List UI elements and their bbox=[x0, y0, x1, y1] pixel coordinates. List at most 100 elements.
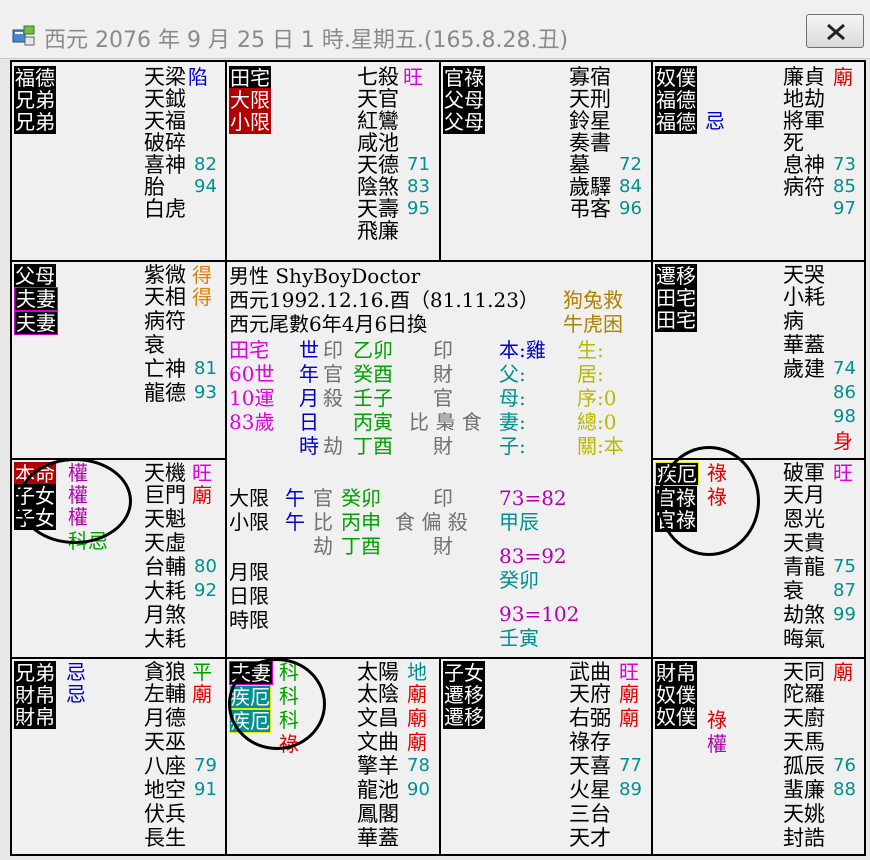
palace-label: 兄弟 bbox=[14, 88, 56, 112]
age-number: 93 bbox=[194, 382, 217, 403]
decade-range: 93=102 bbox=[499, 602, 580, 626]
xiaoxian-god: 比 bbox=[313, 510, 333, 534]
misc-label: 序:0 bbox=[577, 386, 617, 410]
star-name: 龍池 bbox=[357, 778, 399, 802]
star-brightness: 廟 bbox=[192, 682, 212, 706]
star-name: 天巫 bbox=[144, 730, 186, 754]
daxian-god: 官 bbox=[313, 486, 333, 510]
decade-range: 83=92 bbox=[499, 544, 567, 568]
palace-cell[interactable]: 子女 遷移 遷移 武曲 旺 天府 廟 右弼 廟 祿存 天喜 77 火星 89 三… bbox=[441, 659, 651, 854]
star-brightness: 平 bbox=[192, 660, 212, 684]
star-brightness: 旺 bbox=[192, 461, 212, 485]
star-name: 孤辰 bbox=[783, 754, 825, 778]
transform-marker: 權 bbox=[707, 732, 727, 756]
age-number: 91 bbox=[194, 779, 217, 800]
age-number: 95 bbox=[407, 198, 430, 219]
star-name: 右弼 bbox=[569, 706, 611, 730]
star-name: 天魁 bbox=[144, 507, 186, 531]
star-brightness: 廟 bbox=[619, 706, 639, 730]
age-number: 94 bbox=[194, 176, 217, 197]
center-info-panel: 男性 ShyBoyDoctor 西元1992.12.16.酉（81.11.23）… bbox=[227, 262, 651, 657]
palace-cell[interactable]: 田宅 大限 小限 七殺 旺 天官 紅鸞 咸池 天德 71 陰煞 83 天壽 95… bbox=[227, 62, 439, 260]
star-name: 地空 bbox=[144, 778, 186, 802]
misc-label: 總:0 bbox=[577, 410, 617, 434]
star-name: 鈴星 bbox=[569, 109, 611, 133]
star-name: 天鉞 bbox=[144, 87, 186, 111]
palace-cell[interactable]: 福德 兄弟 兄弟 天梁 陷 天鉞 天福 破碎 喜神 82 胎 94 白虎 bbox=[12, 62, 225, 260]
palace-cell[interactable]: 奴僕 福德 福德 忌 廉貞 廟 地劫 將軍 死 息神 73 病符 85 97 bbox=[653, 62, 864, 260]
daxian-branch: 午 bbox=[285, 486, 305, 510]
star-name: 息神 bbox=[783, 153, 825, 177]
palace-label: 遷移 bbox=[443, 683, 485, 707]
star-name: 左輔 bbox=[144, 682, 186, 706]
palace-label: 財帛 bbox=[14, 683, 56, 707]
star-name: 天姚 bbox=[783, 802, 825, 826]
window-title: 西元 2076 年 9 月 25 日 1 時.星期五.(165.8.28.丑) bbox=[44, 28, 569, 53]
palace-label: 福德 bbox=[655, 88, 697, 112]
star-name: 陀羅 bbox=[783, 682, 825, 706]
palace-label: 奴僕 bbox=[655, 66, 697, 90]
star-name: 紅鸞 bbox=[357, 109, 399, 133]
star-name: 鳳閣 bbox=[357, 802, 399, 826]
age-number: 89 bbox=[619, 779, 642, 800]
star-name: 天德 bbox=[357, 153, 399, 177]
palace-cell[interactable]: 遷移 田宅 田宅 天哭 小耗 病 華蓋 歲建 74 86 98 身 bbox=[653, 262, 864, 458]
age-number: 99 bbox=[833, 604, 856, 625]
star-name: 祿存 bbox=[569, 730, 611, 754]
palace-label: 父母 bbox=[443, 88, 485, 112]
xiaoxian-ganzhi: 丙申 bbox=[341, 510, 381, 534]
ten-god: 比 梟 食 bbox=[409, 410, 482, 434]
decade-ganzhi: 癸卯 bbox=[499, 568, 539, 592]
star-name: 飛廉 bbox=[357, 219, 399, 243]
star-name: 伏兵 bbox=[144, 802, 186, 826]
star-name: 衰 bbox=[783, 579, 804, 603]
yuexian-label: 月限 bbox=[229, 560, 269, 584]
age-number: 77 bbox=[619, 755, 642, 776]
ten-god: 官 bbox=[433, 386, 453, 410]
pillar-ganzhi: 乙卯 bbox=[353, 338, 393, 362]
star-name: 封誥 bbox=[783, 826, 825, 850]
ten-god: 財 bbox=[433, 362, 453, 386]
pillar-head: 日 bbox=[299, 410, 319, 434]
zodiac-trap: 牛虎困 bbox=[563, 312, 623, 336]
palace-label: 奴僕 bbox=[655, 705, 697, 729]
star-name: 七殺 bbox=[357, 65, 399, 89]
star-name: 龍德 bbox=[144, 381, 186, 405]
star-name: 天月 bbox=[783, 483, 825, 507]
palace-cell[interactable]: 財帛 奴僕 奴僕 祿 權 天同 廟 陀羅 天廚 天馬 孤辰 76 蜚廉 88 天… bbox=[653, 659, 864, 854]
star-name: 火星 bbox=[569, 778, 611, 802]
pillar-head: 年 bbox=[299, 362, 319, 386]
star-name: 青龍 bbox=[783, 555, 825, 579]
star-name: 大耗 bbox=[144, 579, 186, 603]
star-name: 天虛 bbox=[144, 531, 186, 555]
star-name: 月德 bbox=[144, 706, 186, 730]
close-button[interactable] bbox=[806, 14, 864, 48]
star-name: 將軍 bbox=[783, 109, 825, 133]
pillar-ganzhi: 丁酉 bbox=[353, 434, 393, 458]
pillar-ganzhi: 壬子 bbox=[353, 386, 393, 410]
age-number: 98 bbox=[833, 406, 856, 427]
star-name: 病符 bbox=[783, 175, 825, 199]
age-number: 76 bbox=[833, 755, 856, 776]
star-name: 台輔 bbox=[144, 555, 186, 579]
family-label: 母: bbox=[499, 386, 526, 410]
palace-cell[interactable]: 官祿 父母 父母 寡宿 天刑 鈴星 奏書 墓 72 歲驛 84 弔客 96 bbox=[441, 62, 651, 260]
app-icon[interactable] bbox=[12, 25, 36, 47]
star-name: 死 bbox=[783, 131, 804, 155]
xiaoxian-label: 小限 bbox=[229, 510, 269, 534]
age-number: 82 bbox=[194, 154, 217, 175]
palace-label: 福德 bbox=[14, 66, 56, 90]
age-number: 78 bbox=[407, 755, 430, 776]
transform-marker: 忌 bbox=[705, 109, 725, 133]
decade-ganzhi: 甲辰 bbox=[499, 510, 539, 534]
palace-cell[interactable]: 兄弟 財帛 財帛 忌 忌 貪狼 平 左輔 廟 月德 天巫 八座 79 地空 91… bbox=[12, 659, 225, 854]
star-name: 破軍 bbox=[783, 461, 825, 485]
star-name: 地劫 bbox=[783, 87, 825, 111]
transform-marker: 忌 bbox=[66, 682, 86, 706]
palace-cell[interactable]: 父母 夫妻 夫妻 紫微 得 天相 得 病符 衰 亡神 81 龍德 93 bbox=[12, 262, 225, 458]
age-number: 80 bbox=[194, 556, 217, 577]
star-name: 天才 bbox=[569, 826, 611, 850]
star-name: 長生 bbox=[144, 826, 186, 850]
star-name: 大耗 bbox=[144, 627, 186, 651]
title-bar: 西元 2076 年 9 月 25 日 1 時.星期五.(165.8.28.丑) bbox=[0, 0, 870, 59]
